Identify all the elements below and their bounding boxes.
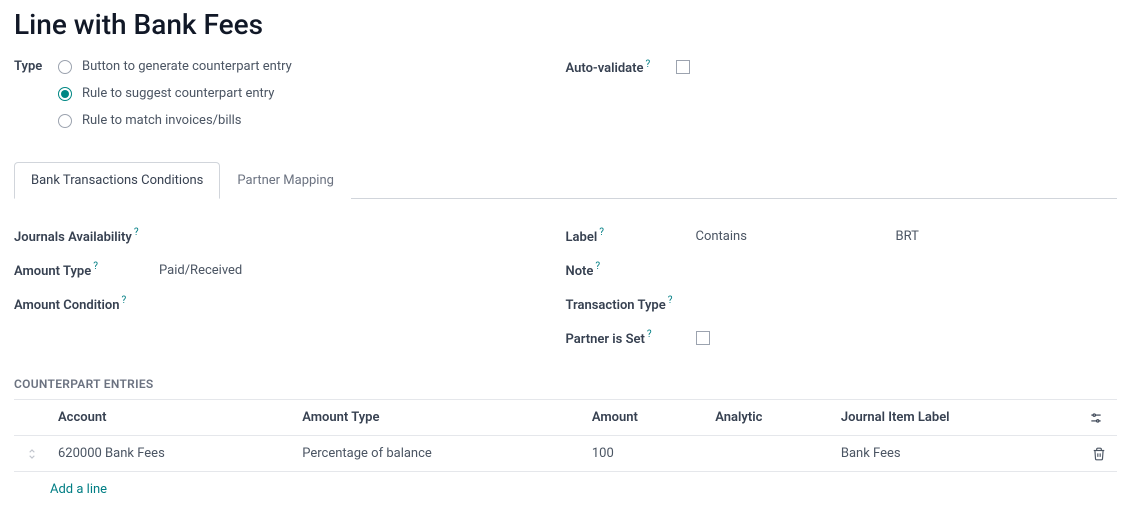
help-icon[interactable]: ?: [121, 295, 126, 306]
label-operator[interactable]: Contains: [696, 229, 896, 244]
amount-condition-label: Amount Condition: [14, 298, 119, 313]
radio-rule-suggest[interactable]: Rule to suggest counterpart entry: [58, 86, 566, 101]
drag-handle-icon[interactable]: [25, 446, 39, 461]
page-title: Line with Bank Fees: [14, 8, 1117, 41]
radio-button-generate[interactable]: Button to generate counterpart entry: [58, 59, 566, 74]
partner-is-set-checkbox[interactable]: [696, 331, 710, 345]
counterpart-section-header: Counterpart Entries: [14, 367, 1117, 400]
radio-icon: [58, 87, 72, 101]
tab-partner-mapping[interactable]: Partner Mapping: [220, 162, 351, 199]
help-icon[interactable]: ?: [595, 261, 600, 272]
note-label: Note: [566, 264, 594, 279]
col-journal-item-label: Journal Item Label: [833, 400, 1081, 436]
help-icon[interactable]: ?: [599, 227, 604, 238]
cell-analytic[interactable]: [707, 436, 833, 472]
transaction-type-label: Transaction Type: [566, 298, 666, 313]
radio-label: Rule to suggest counterpart entry: [82, 86, 274, 101]
partner-is-set-label: Partner is Set: [566, 332, 645, 347]
cell-journal-item-label[interactable]: Bank Fees: [833, 436, 1081, 472]
settings-icon[interactable]: [1089, 410, 1103, 425]
help-icon[interactable]: ?: [646, 59, 651, 70]
col-account: Account: [50, 400, 294, 436]
cell-amount-type[interactable]: Percentage of balance: [294, 436, 584, 472]
journals-availability-label: Journals Availability: [14, 230, 132, 245]
table-row[interactable]: 620000 Bank Fees Percentage of balance 1…: [14, 436, 1117, 472]
radio-label: Button to generate counterpart entry: [82, 59, 292, 74]
help-icon[interactable]: ?: [668, 295, 673, 306]
cell-account[interactable]: 620000 Bank Fees: [50, 436, 294, 472]
amount-type-label: Amount Type: [14, 264, 91, 279]
add-line-link[interactable]: Add a line: [14, 472, 115, 507]
auto-validate-label: Auto-validate: [566, 61, 644, 76]
help-icon[interactable]: ?: [647, 329, 652, 340]
trash-icon[interactable]: [1092, 446, 1106, 461]
type-label: Type: [14, 59, 42, 74]
radio-icon: [58, 60, 72, 74]
col-amount-type: Amount Type: [294, 400, 584, 436]
tabs: Bank Transactions Conditions Partner Map…: [14, 162, 1117, 199]
conditions-form: Journals Availability? Amount Type? Paid…: [14, 199, 1117, 367]
col-amount: Amount: [584, 400, 707, 436]
label-value[interactable]: BRT: [896, 229, 919, 244]
cell-amount[interactable]: 100: [584, 436, 707, 472]
radio-rule-match[interactable]: Rule to match invoices/bills: [58, 113, 566, 128]
tab-bank-conditions[interactable]: Bank Transactions Conditions: [14, 162, 220, 199]
label-label: Label: [566, 230, 598, 245]
amount-type-value[interactable]: Paid/Received: [159, 263, 359, 278]
auto-validate-checkbox[interactable]: [676, 60, 690, 74]
top-form-section: Type Button to generate counterpart entr…: [14, 59, 1117, 140]
counterpart-table: Account Amount Type Amount Analytic Jour…: [14, 400, 1117, 472]
help-icon[interactable]: ?: [93, 261, 98, 272]
radio-icon: [58, 114, 72, 128]
col-analytic: Analytic: [707, 400, 833, 436]
help-icon[interactable]: ?: [134, 227, 139, 238]
radio-label: Rule to match invoices/bills: [82, 113, 242, 128]
